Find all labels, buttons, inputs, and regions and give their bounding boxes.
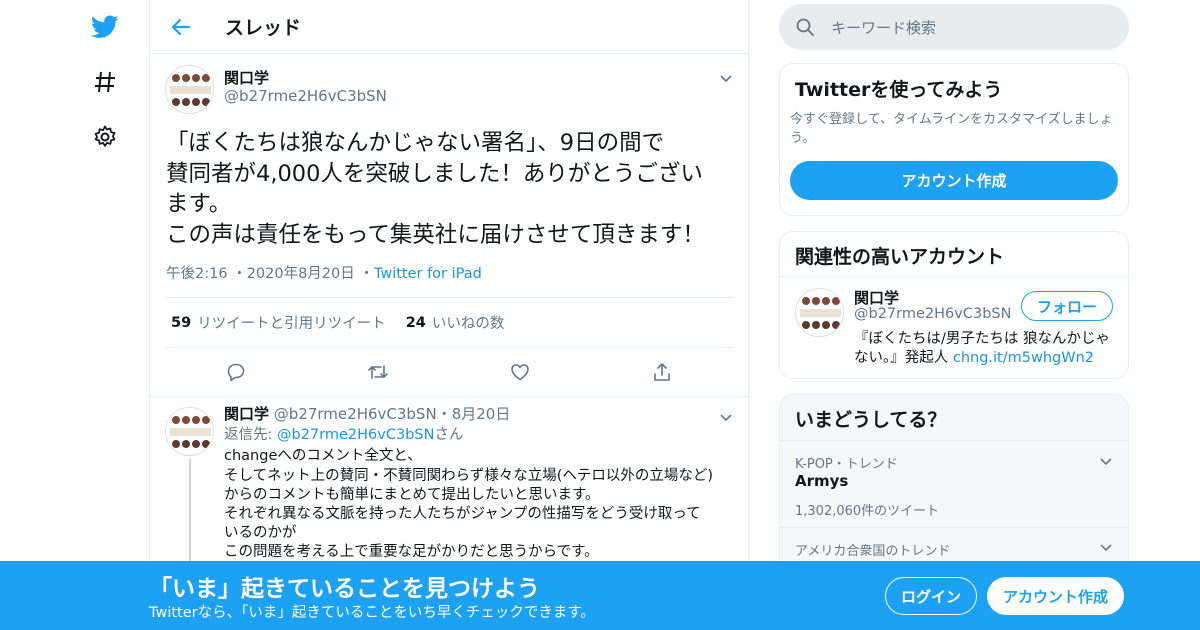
- meta-separator: ・: [436, 405, 452, 423]
- like-count[interactable]: 24: [406, 315, 426, 331]
- twitter-bird-icon[interactable]: [90, 12, 120, 42]
- avatar[interactable]: [795, 288, 844, 337]
- avatar[interactable]: [165, 65, 214, 114]
- author-name[interactable]: 関口学: [224, 405, 269, 423]
- reply-to-suffix: さん: [434, 427, 464, 444]
- main-column: スレッド 関口学 @b27rme2H6vC3bSN 「ぼくたちは狼なんかじゃない…: [149, 0, 749, 630]
- tweet-timestamp: 午後2:16 ・2020年8月20日 ・Twitter for iPad: [166, 262, 482, 283]
- trend-count: 1,302,060件のツイート: [795, 504, 940, 519]
- tweet-text-line: 賛同者が4,000人を突破しました！ありがとうござい: [166, 160, 703, 187]
- hashtag-icon[interactable]: [90, 67, 120, 97]
- focused-tweet: 関口学 @b27rme2H6vC3bSN 「ぼくたちは狼なんかじゃない署名」、9…: [150, 54, 748, 397]
- bio-link[interactable]: chng.it/m5whgWn2: [953, 350, 1094, 366]
- reply-date[interactable]: 8月20日: [452, 405, 511, 423]
- reply-text: changeへのコメント全文と、 そしてネット上の賛同・不賛同関わらず様々な立場…: [224, 447, 739, 562]
- author-name[interactable]: 関口学: [224, 67, 269, 88]
- signup-card-title: Twitterを使ってみよう: [795, 79, 1003, 101]
- related-accounts-card: 関連性の高いアカウント 関口学 @b27rme2H6vC3bSN フォロー 『ぼ…: [779, 231, 1129, 379]
- trends-card: いまどうしてる？ K-POP・トレンド Armys 1,302,060件のツイー…: [779, 394, 1129, 584]
- reply-text-line: そしてネット上の賛同・不賛同関わらず様々な立場(ヘテロ以外の立場など): [224, 467, 714, 484]
- chevron-down-icon[interactable]: [1098, 453, 1114, 469]
- search-input[interactable]: キーワード検索: [831, 17, 936, 38]
- left-nav: [80, 0, 130, 630]
- author-handle[interactable]: @b27rme2H6vC3bSN: [224, 87, 387, 105]
- trend-item[interactable]: K-POP・トレンド Armys 1,302,060件のツイート: [780, 440, 1128, 527]
- chevron-down-icon[interactable]: [1098, 539, 1114, 555]
- tweet-text-line: この声は責任をもって集英社に届けさせて頂きます！: [166, 221, 705, 248]
- login-button[interactable]: ログイン: [885, 577, 977, 615]
- account-handle[interactable]: @b27rme2H6vC3bSN: [854, 306, 1011, 322]
- reply-header: 関口学 @b27rme2H6vC3bSN・8月20日: [224, 405, 739, 424]
- banner-title: 「いま」起きていることを見つけよう: [149, 576, 540, 602]
- reply-text-line: いるのかが: [224, 525, 297, 542]
- chevron-down-icon[interactable]: [718, 70, 734, 86]
- meta-separator: ・: [232, 266, 247, 282]
- reply-icon[interactable]: [221, 357, 251, 387]
- signup-card-subtitle: 今すぐ登録して、タイムラインをカスタマイズしましょう。: [790, 112, 1113, 146]
- reply-text-line: この問題を考える上で重要な足がかりだと思うからです。: [224, 544, 599, 561]
- reply-text-line: それぞれ異なる文脈を持った人たちがジャンプの性描写をどう受け取って: [224, 506, 701, 523]
- follow-button[interactable]: フォロー: [1021, 291, 1113, 321]
- signup-card: Twitterを使ってみよう 今すぐ登録して、タイムラインをカスタマイズしましょ…: [779, 63, 1129, 216]
- reply-body: 関口学 @b27rme2H6vC3bSN・8月20日 返信先: @b27rme2…: [224, 405, 739, 563]
- retweet-label[interactable]: リツイートと引用リツイート: [197, 312, 386, 333]
- tweet-text: 「ぼくたちは狼なんかじゃない署名」、9日の間で 賛同者が4,000人を突破しまし…: [166, 128, 736, 250]
- retweet-icon[interactable]: [363, 357, 393, 387]
- tweet-time[interactable]: 午後2:16: [166, 266, 228, 282]
- back-arrow-icon[interactable]: [166, 12, 196, 42]
- page-header: スレッド: [150, 0, 748, 54]
- share-icon[interactable]: [647, 357, 677, 387]
- like-label[interactable]: いいねの数: [432, 312, 505, 333]
- trends-card-title: いまどうしてる？: [795, 409, 947, 431]
- search-box[interactable]: キーワード検索: [779, 4, 1129, 50]
- signup-button[interactable]: アカウント作成: [987, 577, 1124, 615]
- reply-to: 返信先: @b27rme2H6vC3bSNさん: [224, 426, 739, 445]
- banner-subtitle: Twitterなら、「いま」起きていることをいち早くチェックできます。: [149, 605, 595, 621]
- search-icon: [795, 17, 815, 37]
- trend-name[interactable]: Armys: [795, 472, 848, 490]
- reply-to-prefix: 返信先:: [224, 427, 277, 444]
- trend-context: K-POP・トレンド: [795, 457, 898, 472]
- tweet-stats: 59 リツイートと引用リツイート 24 いいねの数: [166, 297, 734, 348]
- reply-text-line: からのコメントも簡単にまとめて提出したいと思います。: [224, 486, 600, 503]
- avatar[interactable]: [165, 407, 214, 456]
- related-card-title: 関連性の高いアカウント: [795, 246, 1005, 268]
- heart-icon[interactable]: [505, 357, 535, 387]
- create-account-button[interactable]: アカウント作成: [790, 161, 1118, 200]
- signup-banner: 「いま」起きていることを見つけよう Twitterなら、「いま」起きていることを…: [0, 561, 1200, 630]
- tweet-source-link[interactable]: Twitter for iPad: [374, 266, 482, 282]
- retweet-count[interactable]: 59: [171, 315, 191, 331]
- meta-separator: ・: [359, 266, 374, 282]
- trend-context: アメリカ合衆国のトレンド: [795, 544, 951, 559]
- tweet-text-line: 「ぼくたちは狼なんかじゃない署名」、9日の間で: [166, 130, 665, 156]
- account-bio: 『ぼくたちは/男子たちは 狼なんかじゃない。』発起人 chng.it/m5whg…: [854, 330, 1114, 368]
- page-title: スレッド: [225, 17, 302, 39]
- tweet-date[interactable]: 2020年8月20日: [247, 266, 355, 282]
- reply-to-handle[interactable]: @b27rme2H6vC3bSN: [277, 427, 434, 443]
- account-name[interactable]: 関口学: [854, 287, 899, 308]
- tweet-actions: [150, 357, 748, 387]
- divider: [780, 276, 1128, 277]
- author-handle[interactable]: @b27rme2H6vC3bSN: [274, 405, 437, 423]
- tweet-text-line: ます。: [166, 191, 232, 217]
- gear-icon[interactable]: [90, 122, 120, 152]
- reply-text-line: changeへのコメント全文と、: [224, 448, 422, 465]
